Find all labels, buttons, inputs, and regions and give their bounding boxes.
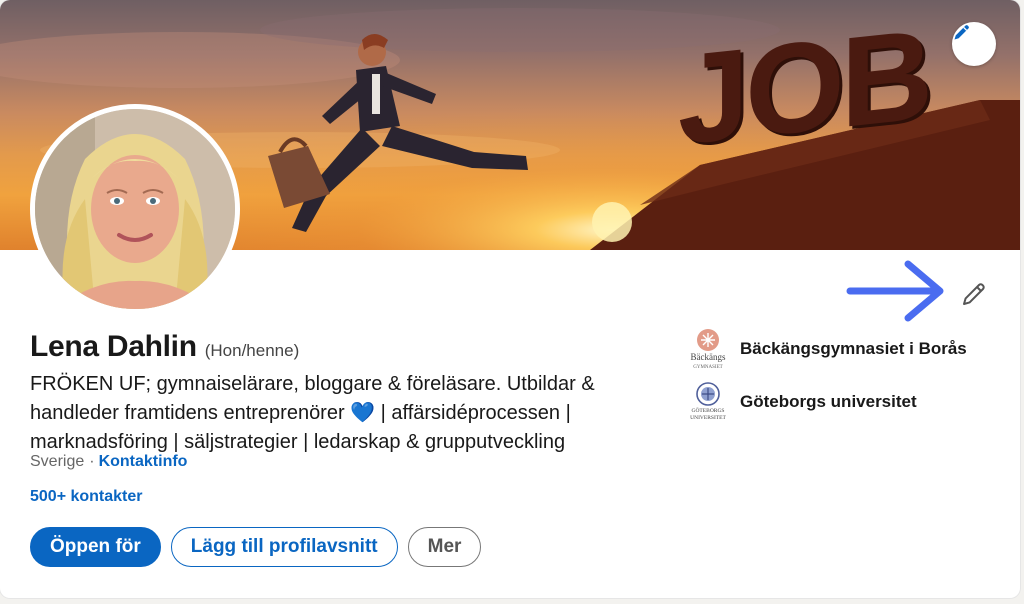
pencil-icon <box>954 25 969 40</box>
education-item[interactable]: GÖTEBORGS UNIVERSITET Göteborgs universi… <box>686 380 917 424</box>
pencil-icon <box>963 283 985 305</box>
school-name: Göteborgs universitet <box>740 392 917 411</box>
school-logo: Bäckängs GYMNASIET <box>686 327 730 371</box>
profile-headline: FRÖKEN UF; gymnaiselärare, bloggare & fö… <box>30 373 595 453</box>
profile-location: Sverige <box>30 453 85 470</box>
gu-logo-icon: GÖTEBORGS UNIVERSITET <box>690 382 727 421</box>
school-name: Bäckängsgymnasiet i Borås <box>740 339 967 358</box>
contact-info-link[interactable]: Kontaktinfo <box>99 453 188 471</box>
svg-text:GÖTEBORGS: GÖTEBORGS <box>691 407 724 414</box>
education-item[interactable]: Bäckängs GYMNASIET Bäckängsgymnasiet i B… <box>686 327 967 371</box>
banner-job-text: JOB <box>678 2 930 173</box>
profile-pronouns: (Hon/henne) <box>204 341 300 360</box>
profile-actions: Öppen för Lägg till profilavsnitt Mer <box>30 527 482 567</box>
annotation-arrow <box>846 260 944 322</box>
edit-intro-button[interactable] <box>958 278 990 310</box>
location-separator: · <box>89 453 95 470</box>
add-profile-section-button[interactable]: Lägg till profilavsnitt <box>170 527 398 567</box>
school-logo: GÖTEBORGS UNIVERSITET <box>686 380 730 424</box>
open-to-button[interactable]: Öppen för <box>30 527 161 567</box>
avatar-photo <box>35 109 235 309</box>
svg-text:GYMNASIET: GYMNASIET <box>693 365 722 370</box>
edit-banner-button[interactable] <box>952 22 996 66</box>
backangs-logo-icon: Bäckängs GYMNASIET <box>691 329 726 370</box>
svg-text:UNIVERSITET: UNIVERSITET <box>690 415 726 421</box>
more-button[interactable]: Mer <box>407 527 482 567</box>
connections-link[interactable]: 500+ kontakter <box>30 488 143 506</box>
name-row: Lena Dahlin (Hon/henne) <box>30 330 299 364</box>
svg-text:Bäckängs: Bäckängs <box>691 352 726 362</box>
profile-avatar[interactable] <box>30 104 240 314</box>
profile-card: JOB Lena Dahlin (Hon/henne) FRÖKEN UF; g… <box>0 0 1020 598</box>
location-row: Sverige · Kontaktinfo <box>30 453 187 471</box>
profile-name: Lena Dahlin <box>30 330 197 363</box>
